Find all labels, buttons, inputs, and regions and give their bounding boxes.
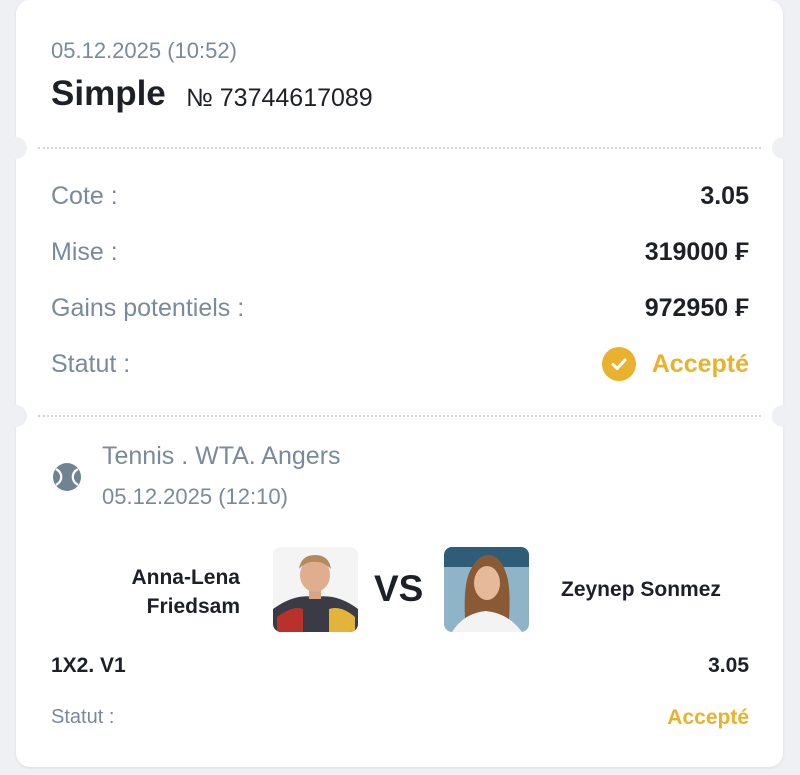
selection-odds: 3.05 <box>708 654 749 677</box>
player2-avatar <box>444 547 529 632</box>
bet-ticket-card: 05.12.2025 (10:52) Simple № 73744617089 … <box>5 0 794 767</box>
player1-avatar <box>273 547 358 632</box>
ticket-notch-right <box>772 137 794 159</box>
selection-status-label: Statut : <box>51 706 115 728</box>
potential-win-label: Gains potentiels : <box>51 294 245 322</box>
ticket-notch-right-2 <box>772 405 794 427</box>
ticket-divider <box>38 147 761 149</box>
stake-row: Mise : 319000 ₣ <box>51 238 749 267</box>
selection-market: 1X2. V1 <box>51 654 126 677</box>
status-row: Statut : Accepté <box>51 347 749 381</box>
ticket-notch-left <box>5 137 27 159</box>
odds-row: Cote : 3.05 <box>51 182 749 211</box>
event-date: 05.12.2025 (12:10) <box>102 484 288 509</box>
odds-label: Cote : <box>51 182 118 210</box>
ticket-divider-2 <box>38 415 761 417</box>
ticket-notch-left-2 <box>5 405 27 427</box>
status-badge: Accepté <box>601 347 749 381</box>
player2-name: Zeynep Sonmez <box>561 578 721 601</box>
potential-win-row: Gains potentiels : 972950 ₣ <box>51 294 749 323</box>
event-title: Tennis . WTA. Angers <box>102 442 341 470</box>
bet-type: Simple <box>51 74 166 113</box>
potential-win-value: 972950 ₣ <box>644 294 749 322</box>
bet-number: № 73744617089 <box>186 84 373 112</box>
status-value: Accepté <box>651 349 749 378</box>
player1-name: Anna-Lena Friedsam <box>131 566 240 618</box>
stake-label: Mise : <box>51 238 118 266</box>
check-circle-icon <box>601 347 636 381</box>
status-label: Statut : <box>51 349 131 378</box>
tennis-ball-icon <box>53 463 81 491</box>
selection-status-value: Accepté <box>667 706 749 729</box>
odds-value: 3.05 <box>700 182 749 210</box>
versus-label: VS <box>374 568 424 609</box>
stake-value: 319000 ₣ <box>644 238 749 266</box>
bet-date: 05.12.2025 (10:52) <box>51 38 237 63</box>
